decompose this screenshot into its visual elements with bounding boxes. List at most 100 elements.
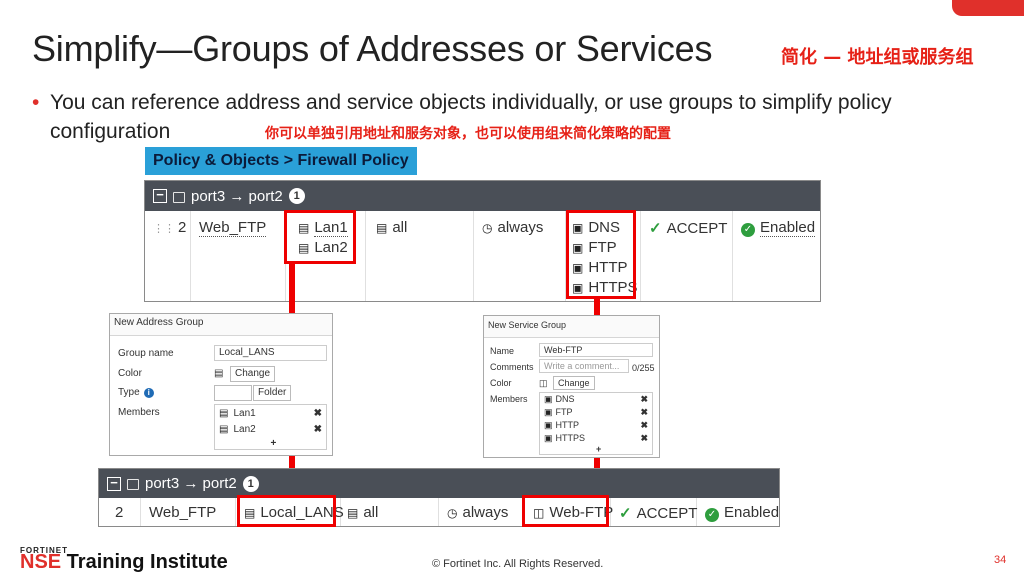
policy-table-after: − port3 → port2 1 2 Web_FTP ▤ Local_LANS … [98,468,780,527]
list-item: ▣ DNS [544,394,575,405]
comments-counter: 0/255 [632,363,655,373]
slide-title-zh: 简化 — 地址组或服务组 [781,47,974,68]
list-item: ▤ Lan1 [219,408,256,419]
policy-status[interactable]: Enabled [760,219,816,237]
highlight-address-group-box [237,495,336,527]
member-name: Lan1 [233,408,256,419]
nav-breadcrumb-label: Policy & Objects > Firewall Policy [145,147,417,175]
corner-accent-tab [952,0,1024,16]
address-icon: ▤ [219,408,229,419]
policy-status[interactable]: Enabled [724,504,779,521]
add-member-icon[interactable]: + [596,444,601,454]
change-color-button[interactable]: Change [230,366,276,382]
highlight-service-group-box [522,495,609,527]
group-name-input[interactable]: Local_LANS [214,345,327,361]
address-icon: ▤ [219,424,229,435]
schedule-cell: ◷ always [439,498,523,526]
policy-section-header[interactable]: − port3 → port2 1 [99,469,779,498]
highlight-service-box [566,210,636,299]
info-icon[interactable]: i [143,388,154,398]
new-address-group-dialog: New Address Group Group name Local_LANS … [109,313,333,456]
group-name-label: Group name [118,348,174,359]
page-number: 34 [994,554,1007,566]
policy-id: 2 [178,219,187,236]
schedule[interactable]: always [497,219,543,236]
policy-name-cell: Web_FTP [141,498,236,526]
logo-nse: NSE [20,551,62,573]
copyright-text: © Fortinet Inc. All Rights Reserved. [432,558,604,570]
member-name: HTTP [555,420,580,430]
type-folder-option[interactable]: Folder [253,385,292,401]
action-cell: ✓ ACCEPT [611,498,697,526]
collapse-icon[interactable]: − [107,476,121,491]
interface-pair: port3 → port2 [191,187,283,205]
policy-count-badge: 1 [242,475,259,492]
enabled-check-icon: ✓ [705,508,719,522]
members-label: Members [490,394,528,404]
interface-pair: port3 → port2 [145,475,237,492]
members-list[interactable]: ▤ Lan1 ✖ ▤ Lan2 ✖ + [214,404,327,450]
bullet-text-zh: 你可以单独引用地址和服务对象，也可以使用组来简化策略的配置 [265,126,671,142]
table-row[interactable]: ⋮⋮ 2 Web_FTP ▤ Lan1 ▤ Lan2 ▤ all ◷ always ▣ DN… [145,211,820,301]
remove-member-icon[interactable]: ✖ [314,408,322,419]
slide-title: Simplify—Groups of Addresses or Services [32,28,713,69]
color-swatch-icon: ◫ [539,378,548,388]
policy-id-cell: ⋮⋮ 2 [145,211,191,301]
change-color-button[interactable]: Change [553,376,595,390]
nse-training-institute-logo: NSE Training Institute [20,551,228,574]
remove-member-icon[interactable]: ✖ [640,394,648,405]
destination-address[interactable]: all [363,504,378,521]
member-name: HTTPS [555,433,586,443]
new-service-group-dialog: New Service Group Name Web-FTP Comments … [483,315,660,458]
policy-action: ACCEPT [636,505,698,522]
service-group-name-input[interactable]: Web-FTP [539,343,653,357]
members-list[interactable]: ▣ DNS ✖ ▣ FTP ✖ ▣ HTTP ✖ ▣ HTTPS ✖ + [539,392,653,455]
policy-id: 2 [115,504,124,521]
member-name: FTP [555,407,573,417]
member-name: DNS [555,394,575,404]
policy-name-cell: Web_FTP [191,211,286,301]
policy-id-cell: 2 [99,498,141,526]
policy-section-header[interactable]: − port3 → port2 1 [145,181,820,211]
comments-input[interactable]: Write a comment... [539,359,629,373]
remove-member-icon[interactable]: ✖ [640,433,648,444]
policy-count-badge: 1 [288,188,305,204]
color-label: Color [490,378,512,388]
schedule-icon: ◷ [447,506,458,520]
status-cell: ✓ Enabled [697,498,781,526]
port-icon [173,191,185,203]
comments-label: Comments [490,362,534,372]
policy-name: Web_FTP [149,504,217,521]
type-label-text: Type [118,387,140,398]
collapse-icon[interactable]: − [153,188,167,203]
dialog-title: New Service Group [484,316,659,338]
schedule-cell: ◷ always [474,211,566,301]
list-item: ▣ HTTPS [544,433,585,444]
check-icon: ✓ [619,505,632,522]
service-icon: ▣ [544,420,553,430]
destination-address[interactable]: all [392,219,407,236]
drag-handle-icon[interactable]: ⋮⋮ [153,223,175,235]
color-label: Color [118,368,142,379]
add-member-icon[interactable]: + [271,438,277,449]
name-label: Name [490,346,515,356]
list-item: ▣ FTP [544,407,573,418]
member-name: Lan2 [233,424,256,435]
schedule[interactable]: always [462,504,508,521]
remove-member-icon[interactable]: ✖ [640,407,648,418]
type-group-option[interactable]: Group [214,385,252,401]
highlight-source-box [284,210,356,264]
policy-table-before: − port3 → port2 1 ⋮⋮ 2 Web_FTP ▤ Lan1 ▤ Lan… [144,180,821,302]
list-item: ▤ Lan2 [219,424,256,435]
table-row[interactable]: 2 Web_FTP ▤ Local_LANS ▤ all ◷ always ◫ Web-… [99,498,779,526]
destination-cell: ▤ all [341,498,439,526]
service-icon: ▣ [544,433,553,443]
policy-name: Web_FTP [199,219,267,237]
remove-member-icon[interactable]: ✖ [640,420,648,431]
service-icon: ▣ [544,394,553,404]
schedule-icon: ◷ [482,221,493,235]
status-cell: ✓ Enabled [733,211,822,301]
remove-member-icon[interactable]: ✖ [314,424,322,435]
address-icon: ▤ [376,221,388,235]
bullet-dot-icon: • [32,91,40,114]
